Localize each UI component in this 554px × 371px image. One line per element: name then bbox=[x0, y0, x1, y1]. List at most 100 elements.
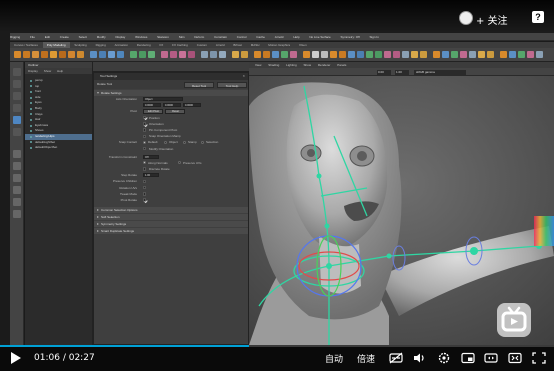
orientation-checkbox[interactable] bbox=[143, 122, 147, 126]
shelf-icon-ac[interactable] bbox=[518, 51, 525, 58]
single-pane-icon[interactable] bbox=[13, 150, 21, 158]
pip-icon[interactable] bbox=[461, 352, 475, 364]
shelf-icon-v[interactable] bbox=[451, 51, 458, 58]
sign-in[interactable]: Sign In bbox=[370, 33, 379, 40]
preserve-uv-radio[interactable] bbox=[178, 161, 181, 165]
extra-checkbox[interactable] bbox=[143, 179, 147, 184]
discrete-rotate-checkbox[interactable] bbox=[143, 167, 147, 171]
viewport-menu-item[interactable]: Renderer bbox=[318, 63, 331, 67]
extract-icon[interactable] bbox=[108, 51, 115, 58]
paint-select-icon[interactable] bbox=[13, 92, 21, 100]
shelf-icon-n[interactable] bbox=[375, 51, 382, 58]
bridge-icon[interactable] bbox=[170, 51, 177, 58]
snap-stamp-radio[interactable] bbox=[183, 140, 186, 144]
lasso-tool-icon[interactable] bbox=[13, 80, 21, 88]
scale-tool-icon[interactable] bbox=[13, 128, 21, 136]
shelf-icon-ab[interactable] bbox=[509, 51, 516, 58]
gamma-field[interactable]: 1.00 bbox=[395, 69, 409, 75]
menu-item[interactable]: Skeleton bbox=[157, 33, 169, 40]
snap-default-radio[interactable] bbox=[143, 140, 146, 144]
snap-orientation-checkbox[interactable] bbox=[143, 134, 147, 138]
menu-item[interactable]: Control bbox=[237, 33, 247, 40]
sphere-icon[interactable] bbox=[14, 51, 21, 58]
position-checkbox[interactable] bbox=[143, 115, 147, 120]
viewport-menu-item[interactable]: Shading bbox=[268, 63, 279, 67]
menu-item[interactable]: Cache bbox=[256, 33, 265, 40]
uploader-avatar[interactable] bbox=[459, 11, 473, 25]
menu-item[interactable]: Create bbox=[60, 33, 69, 40]
reset-tool-button[interactable]: Reset Tool bbox=[184, 81, 214, 88]
viewport-menu-item[interactable]: View bbox=[255, 63, 261, 67]
viewport-menu-item[interactable]: Show bbox=[304, 63, 312, 67]
reduce-icon[interactable] bbox=[139, 51, 146, 58]
transform-constraint-select[interactable]: Off bbox=[143, 154, 159, 159]
reset-pivot-button[interactable]: Reset bbox=[165, 109, 185, 114]
shelf-icon-x[interactable] bbox=[469, 51, 476, 58]
graph-layout-icon[interactable] bbox=[13, 198, 21, 206]
quality-button[interactable]: 自动 bbox=[325, 352, 343, 365]
select-tool-icon[interactable] bbox=[13, 68, 21, 76]
no-live-surface[interactable]: No Live Surface bbox=[309, 33, 330, 40]
edit-pivot-button[interactable]: Edit Pivot bbox=[143, 109, 163, 114]
move-tool-icon[interactable] bbox=[13, 104, 21, 112]
video-frame[interactable]: + 关注 ? Rigging File Edit Create Select M… bbox=[0, 0, 554, 345]
shelf-icon-o[interactable] bbox=[384, 51, 391, 58]
step-field[interactable]: 1.00 bbox=[143, 173, 159, 178]
extra-checkbox[interactable] bbox=[143, 186, 147, 190]
quad-draw-icon[interactable] bbox=[232, 51, 239, 58]
outliner-layout-icon[interactable] bbox=[13, 186, 21, 194]
axis-z-field[interactable]: 0.0000 bbox=[183, 103, 201, 108]
shelf-icon-b[interactable] bbox=[263, 51, 270, 58]
hypershade-layout-icon[interactable] bbox=[13, 210, 21, 218]
smooth-icon[interactable] bbox=[130, 51, 137, 58]
symmetry-status[interactable]: Symmetry: Off bbox=[341, 33, 360, 40]
pyramid-icon[interactable] bbox=[77, 51, 84, 58]
shelf-icon-p[interactable] bbox=[393, 51, 400, 58]
axis-y-field[interactable]: 0.0000 bbox=[163, 103, 181, 108]
menu-item[interactable]: Constrain bbox=[214, 33, 227, 40]
menu-item[interactable]: File bbox=[30, 33, 35, 40]
cube-icon[interactable] bbox=[23, 51, 30, 58]
prism-icon[interactable] bbox=[68, 51, 75, 58]
close-icon[interactable]: ✕ bbox=[242, 73, 245, 80]
progress-bar[interactable] bbox=[0, 345, 554, 347]
target-weld-icon[interactable] bbox=[210, 51, 217, 58]
plane-icon[interactable] bbox=[50, 51, 57, 58]
pin-pivot-checkbox[interactable] bbox=[143, 128, 147, 132]
settings-icon[interactable] bbox=[437, 352, 451, 364]
shelf-icon-s[interactable] bbox=[420, 51, 427, 58]
menu-item[interactable]: Edit bbox=[45, 33, 50, 40]
fullscreen-icon[interactable] bbox=[532, 352, 546, 364]
separate-icon[interactable] bbox=[99, 51, 106, 58]
menu-item[interactable]: Arnold bbox=[275, 33, 284, 40]
shelf-icon-f[interactable] bbox=[303, 51, 310, 58]
menu-item[interactable]: Skin bbox=[179, 33, 185, 40]
exposure-field[interactable]: 0.00 bbox=[377, 69, 391, 75]
shelf-icon-j[interactable] bbox=[339, 51, 346, 58]
modify-orientation-checkbox[interactable] bbox=[143, 146, 147, 151]
section-smart-duplicate[interactable]: Smart Duplicate Settings bbox=[94, 228, 248, 235]
section-symmetry[interactable]: Symmetry Settings bbox=[94, 221, 248, 228]
speed-button[interactable]: 倍速 bbox=[357, 352, 375, 365]
play-icon[interactable] bbox=[11, 352, 21, 364]
shelf-icon-t[interactable] bbox=[433, 51, 440, 58]
torus-icon[interactable] bbox=[59, 51, 66, 58]
shelf-icon-y[interactable] bbox=[478, 51, 485, 58]
viewport-menu-item[interactable]: Lighting bbox=[286, 63, 297, 67]
subtitle-off-icon[interactable] bbox=[389, 352, 403, 364]
outliner-menu-item[interactable]: Help bbox=[57, 69, 63, 73]
shelf-icon-ae[interactable] bbox=[536, 51, 543, 58]
shelf-icon-g[interactable] bbox=[312, 51, 319, 58]
tool-help-button[interactable]: Tool Help bbox=[217, 81, 247, 88]
tool-settings-titlebar[interactable]: Tool Settings ✕ bbox=[94, 73, 248, 80]
extra-checkbox[interactable] bbox=[143, 192, 147, 196]
outliner-menu-item[interactable]: Display bbox=[28, 69, 38, 73]
menu-item[interactable]: Rigging bbox=[10, 33, 20, 40]
menu-item[interactable]: Select bbox=[79, 33, 87, 40]
bevel-icon[interactable] bbox=[179, 51, 186, 58]
append-icon[interactable] bbox=[188, 51, 195, 58]
mirror-icon[interactable] bbox=[148, 51, 155, 58]
volume-icon[interactable] bbox=[412, 352, 426, 364]
multicut-icon[interactable] bbox=[201, 51, 208, 58]
menu-item[interactable]: Modify bbox=[97, 33, 106, 40]
